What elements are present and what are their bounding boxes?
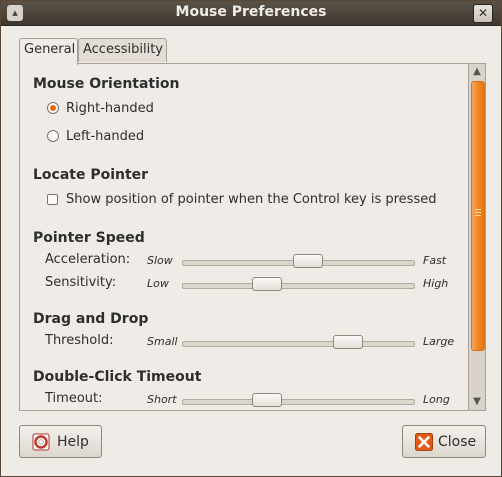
scrollbar-thumb[interactable] [471, 81, 485, 351]
timeout-slider-track[interactable] [182, 399, 415, 405]
help-label: Help [57, 434, 89, 450]
timeout-row: Timeout: Short Long [33, 390, 453, 410]
threshold-low-label: Small [147, 335, 178, 348]
orientation-heading: Mouse Orientation [33, 76, 180, 92]
locate-pointer-label: Show position of pointer when the Contro… [66, 192, 437, 207]
mouse-preferences-window: ▴ Mouse Preferences ✕ General Accessibil… [0, 0, 502, 477]
timeout-slider-handle[interactable] [252, 393, 283, 407]
sensitivity-high-label: High [423, 277, 449, 290]
drag-drop-heading: Drag and Drop [33, 311, 149, 327]
window-close-button[interactable]: ✕ [473, 4, 493, 23]
left-handed-label: Left-handed [66, 129, 145, 144]
threshold-label: Threshold: [45, 333, 114, 348]
locate-pointer-heading: Locate Pointer [33, 167, 149, 183]
threshold-slider-track[interactable] [182, 341, 415, 347]
close-x-icon [415, 433, 433, 451]
tab-general[interactable]: General [19, 38, 78, 65]
acceleration-slider-handle[interactable] [292, 254, 323, 268]
right-handed-label: Right-handed [66, 101, 154, 116]
sensitivity-label: Sensitivity: [45, 275, 117, 290]
acceleration-row: Acceleration: Slow Fast [33, 251, 453, 271]
window-title: Mouse Preferences [175, 4, 327, 20]
sensitivity-slider-handle[interactable] [252, 277, 283, 291]
radio-selected-icon [47, 102, 59, 114]
close-label: Close [438, 434, 477, 450]
acceleration-low-label: Slow [147, 254, 173, 267]
timeout-label: Timeout: [45, 391, 103, 406]
threshold-high-label: Large [423, 335, 455, 348]
sensitivity-row: Sensitivity: Low High [33, 274, 453, 294]
checkbox-icon [47, 194, 58, 205]
pointer-speed-heading: Pointer Speed [33, 230, 145, 246]
timeout-low-label: Short [147, 393, 177, 406]
radio-unselected-icon [47, 130, 59, 142]
vertical-scrollbar[interactable]: ▲ ▼ [468, 63, 486, 411]
scroll-down-icon[interactable]: ▼ [469, 394, 485, 410]
double-click-heading: Double-Click Timeout [33, 369, 202, 385]
acceleration-label: Acceleration: [45, 252, 131, 267]
scroll-up-icon[interactable]: ▲ [469, 64, 485, 80]
sensitivity-low-label: Low [147, 277, 169, 290]
tab-accessibility[interactable]: Accessibility [78, 38, 167, 62]
help-button[interactable]: Help [19, 425, 102, 458]
titlebar[interactable]: ▴ Mouse Preferences ✕ [1, 1, 501, 26]
sensitivity-slider-track[interactable] [182, 283, 415, 289]
general-panel: Mouse Orientation Right-handed Left-hand… [19, 63, 469, 411]
threshold-slider-handle[interactable] [332, 335, 363, 349]
threshold-row: Threshold: Small Large [33, 332, 455, 352]
help-lifebuoy-icon [32, 433, 50, 451]
acceleration-high-label: Fast [423, 254, 447, 267]
close-button[interactable]: Close [402, 425, 486, 458]
timeout-high-label: Long [423, 393, 450, 406]
